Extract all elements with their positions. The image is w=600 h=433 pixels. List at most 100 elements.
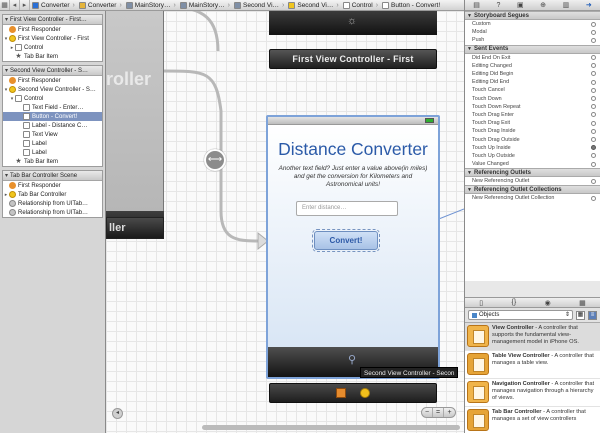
connection-circle-icon[interactable] bbox=[591, 63, 596, 69]
breadcrumb-item[interactable]: Converter › bbox=[77, 1, 124, 9]
connection-circle-icon[interactable] bbox=[591, 37, 596, 43]
breadcrumb-item[interactable]: Second Vi… › bbox=[232, 1, 286, 9]
connection-circle-icon[interactable] bbox=[591, 145, 596, 151]
library-item[interactable]: View Controller - A controller that supp… bbox=[465, 323, 600, 351]
connection-row[interactable]: Touch Down Repeat bbox=[465, 103, 600, 111]
scene-header[interactable]: ▾ Second View Controller - S… bbox=[3, 66, 102, 76]
first-responder-cube-icon[interactable] bbox=[336, 388, 346, 398]
connection-row[interactable]: Value Changed bbox=[465, 160, 600, 168]
breadcrumb-item[interactable]: Button - Convert! bbox=[380, 1, 442, 9]
connection-circle-icon[interactable] bbox=[591, 87, 596, 93]
disclosure-triangle-icon[interactable]: ▾ bbox=[5, 172, 8, 179]
disclosure-triangle-icon[interactable]: ▼ bbox=[467, 187, 472, 193]
connection-row[interactable]: New Referencing Outlet bbox=[465, 177, 600, 185]
connection-row[interactable]: Touch Drag Inside bbox=[465, 127, 600, 135]
zoom-in-icon[interactable]: + bbox=[444, 408, 455, 417]
relationship-segue-icon[interactable]: ⟷ bbox=[204, 149, 226, 171]
file-template-icon[interactable]: ▯ bbox=[479, 299, 483, 307]
connection-row[interactable]: Touch Up Inside bbox=[465, 144, 600, 152]
disclosure-triangle-icon[interactable]: ▼ bbox=[467, 46, 472, 52]
convert-button[interactable]: Convert! bbox=[312, 229, 380, 252]
library-item[interactable]: Navigation Controller - A controller tha… bbox=[465, 379, 600, 407]
size-inspector-icon[interactable]: ▥ bbox=[563, 1, 570, 9]
back-arrow-icon[interactable]: ◂ bbox=[10, 0, 20, 10]
connection-row[interactable]: Touch Drag Outside bbox=[465, 135, 600, 143]
connections-inspector-icon[interactable]: ➜ bbox=[586, 1, 592, 9]
related-items-icon[interactable]: ▦ bbox=[0, 0, 10, 10]
description-text[interactable]: Another text field? Just enter a value a… bbox=[276, 165, 430, 189]
connection-circle-icon[interactable] bbox=[591, 128, 596, 134]
icon-view-button[interactable]: ▦ bbox=[576, 310, 585, 320]
outline-row[interactable]: Label bbox=[3, 139, 102, 148]
section-header[interactable]: ▼ Referencing Outlet Collections bbox=[465, 185, 600, 195]
connection-row[interactable]: Touch Cancel bbox=[465, 86, 600, 94]
connection-row[interactable]: New Referencing Outlet Collection bbox=[465, 194, 600, 202]
second-view-controller-view[interactable]: Distance Converter Another text field? J… bbox=[266, 115, 440, 379]
media-library-icon[interactable]: ▦ bbox=[579, 299, 586, 307]
connection-row[interactable]: Editing Did Begin bbox=[465, 70, 600, 78]
outline-row[interactable]: ▾ First View Controller - First bbox=[3, 34, 102, 43]
connection-circle-icon[interactable] bbox=[591, 79, 596, 85]
connection-circle-icon[interactable] bbox=[591, 112, 596, 118]
connection-row[interactable]: Push bbox=[465, 36, 600, 44]
connection-circle-icon[interactable] bbox=[591, 161, 596, 167]
distance-input[interactable]: Enter distance… bbox=[296, 201, 398, 216]
outline-row[interactable]: ▸ Tab Bar Controller bbox=[3, 190, 102, 199]
connection-row[interactable]: Touch Drag Exit bbox=[465, 119, 600, 127]
connection-circle-icon[interactable] bbox=[591, 55, 596, 61]
connection-circle-icon[interactable] bbox=[591, 153, 596, 159]
connection-circle-icon[interactable] bbox=[591, 120, 596, 126]
object-library-list[interactable]: View Controller - A controller that supp… bbox=[465, 323, 600, 433]
file-inspector-icon[interactable]: ▤ bbox=[473, 1, 480, 9]
outline-row[interactable]: First Responder bbox=[3, 25, 102, 34]
outline-row[interactable]: Label bbox=[3, 148, 102, 157]
connection-circle-icon[interactable] bbox=[591, 96, 596, 101]
connection-row[interactable]: Touch Up Outside bbox=[465, 152, 600, 160]
outline-row[interactable]: ★ Tab Bar Item bbox=[3, 157, 102, 166]
library-category-dropdown[interactable]: Objects ⇕ bbox=[468, 310, 573, 320]
attributes-inspector-icon[interactable]: ⊕ bbox=[540, 1, 546, 9]
connection-row[interactable]: Did End On Exit bbox=[465, 54, 600, 62]
zoom-out-icon[interactable]: − bbox=[422, 408, 433, 417]
outline-row[interactable]: Text View bbox=[3, 130, 102, 139]
breadcrumb-item[interactable]: Converter › bbox=[30, 1, 77, 9]
scene-label-first-view-controller[interactable]: First View Controller - First bbox=[269, 49, 437, 69]
code-snippet-icon[interactable]: {} bbox=[511, 299, 516, 306]
breadcrumb-item[interactable]: Control › bbox=[341, 1, 380, 9]
scroll-left-button[interactable]: ◂ bbox=[112, 408, 123, 419]
disclosure-triangle-icon[interactable]: ▼ bbox=[467, 13, 472, 19]
section-header[interactable]: ▼ Sent Events bbox=[465, 44, 600, 54]
breadcrumb-item[interactable]: MainStory… › bbox=[178, 1, 232, 9]
connection-row[interactable]: Custom bbox=[465, 20, 600, 28]
outline-row[interactable]: ▾ Control bbox=[3, 94, 102, 103]
horizontal-scrollbar[interactable] bbox=[202, 425, 460, 430]
zoom-fit-icon[interactable]: = bbox=[433, 408, 444, 417]
section-header[interactable]: ▼ Storyboard Segues bbox=[465, 11, 600, 20]
connection-row[interactable]: Modal bbox=[465, 28, 600, 36]
connection-circle-icon[interactable] bbox=[591, 136, 596, 142]
connection-circle-icon[interactable] bbox=[591, 29, 596, 35]
connection-row[interactable]: Touch Drag Enter bbox=[465, 111, 600, 119]
outline-row[interactable]: First Responder bbox=[3, 181, 102, 190]
section-header[interactable]: ▼ Referencing Outlets bbox=[465, 168, 600, 178]
distance-converter-title[interactable]: Distance Converter bbox=[268, 139, 438, 160]
scene-header[interactable]: ▾ First View Controller - First… bbox=[3, 15, 102, 25]
storyboard-canvas[interactable]: roller ⚲ ller ⟷ ☼ First View Controller … bbox=[106, 11, 464, 433]
list-view-button[interactable]: ≡ bbox=[588, 310, 597, 320]
quick-help-icon[interactable]: ? bbox=[496, 2, 500, 9]
outline-row[interactable]: Text Field - Enter… bbox=[3, 103, 102, 112]
breadcrumb-item[interactable]: MainStory… › bbox=[124, 1, 178, 9]
disclosure-triangle-icon[interactable]: ▾ bbox=[5, 16, 8, 23]
disclosure-triangle-icon[interactable]: ▼ bbox=[467, 170, 472, 176]
connection-row[interactable]: Touch Down bbox=[465, 95, 600, 103]
forward-arrow-icon[interactable]: ▸ bbox=[20, 0, 30, 10]
connection-row[interactable]: Editing Did End bbox=[465, 78, 600, 86]
library-item[interactable]: Tab Bar Controller - A controller that m… bbox=[465, 407, 600, 433]
connection-circle-icon[interactable] bbox=[591, 21, 596, 27]
breadcrumb-item[interactable]: Second Vi… › bbox=[286, 1, 340, 9]
connection-circle-icon[interactable] bbox=[591, 178, 596, 184]
disclosure-triangle-icon[interactable]: ▾ bbox=[5, 67, 8, 74]
object-library-icon[interactable]: ◉ bbox=[545, 299, 551, 307]
connection-circle-icon[interactable] bbox=[591, 71, 596, 77]
outline-row[interactable]: Relationship from UITab… bbox=[3, 208, 102, 217]
